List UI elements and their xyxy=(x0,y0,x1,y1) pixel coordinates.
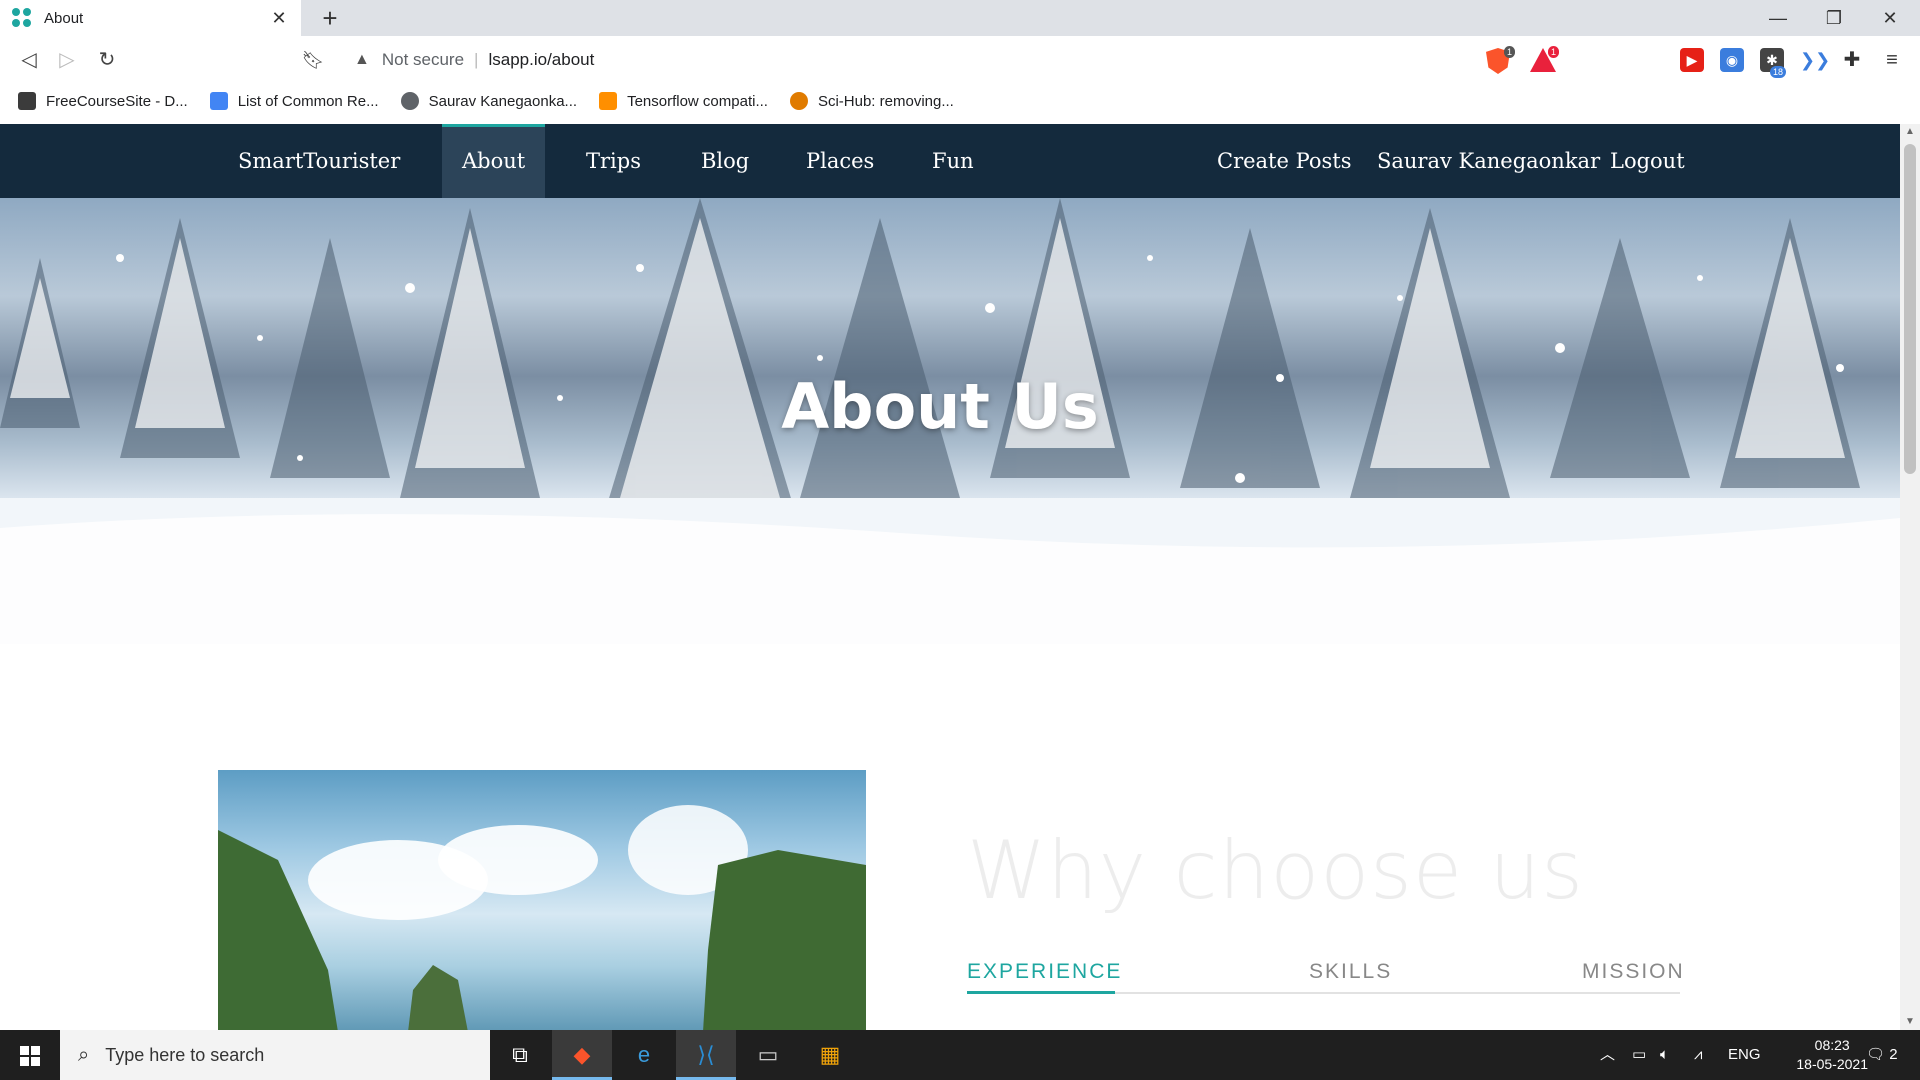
system-clock[interactable]: 08:23 18-05-2021 xyxy=(1796,1036,1868,1074)
address-separator: | xyxy=(474,50,479,69)
bookmarks-bar: FreeCourseSite - D... List of Common Re.… xyxy=(0,84,1920,118)
url-text: lsapp.io/about xyxy=(488,50,595,69)
search-icon: ⌕ xyxy=(78,1043,90,1066)
globe-icon xyxy=(400,92,419,110)
vscode-icon[interactable]: ⟩⟨ xyxy=(676,1030,736,1080)
active-tab-indicator xyxy=(967,991,1115,994)
site-navbar: SmartTourister About Trips Blog Places F… xyxy=(0,124,1900,198)
security-label: Not secure xyxy=(381,50,465,69)
scroll-up-icon[interactable]: ▲ xyxy=(1900,124,1920,140)
task-view-icon[interactable]: ⧉ xyxy=(490,1030,550,1080)
tab-mission[interactable]: MISSION xyxy=(1582,960,1685,984)
rewards-count-badge: 1 xyxy=(1548,46,1560,58)
page-scrollbar[interactable]: ▲ ▼ xyxy=(1900,124,1920,1030)
restore-window-icon[interactable]: ❐ xyxy=(1806,0,1862,36)
hero-title: About Us xyxy=(781,370,1099,443)
battery-icon[interactable]: ▭ xyxy=(1632,1030,1646,1080)
hero-banner: About Us xyxy=(0,198,1900,644)
bookmark-item[interactable]: Sci-Hub: removing... xyxy=(789,92,954,110)
bookmark-label: Tensorflow compati... xyxy=(627,92,768,110)
store-icon[interactable]: ▦ xyxy=(800,1030,860,1080)
network-icon[interactable]: ⩘ xyxy=(1694,1030,1702,1080)
bookmark-label: FreeCourseSite - D... xyxy=(46,92,188,110)
nav-brand[interactable]: SmartTourister xyxy=(218,124,420,198)
close-window-icon[interactable]: ✕ xyxy=(1862,0,1918,36)
tab-skills[interactable]: SKILLS xyxy=(1309,960,1392,984)
minimize-window-icon[interactable]: — xyxy=(1750,0,1806,36)
back-icon[interactable]: ◁ xyxy=(14,45,44,75)
volume-icon[interactable]: 🔈︎ xyxy=(1660,1030,1669,1080)
read-aloud-icon[interactable]: ❯❯ xyxy=(1800,48,1830,72)
language-indicator[interactable]: ENG xyxy=(1728,1030,1761,1080)
nav-link-trips[interactable]: Trips xyxy=(566,124,661,198)
coastal-cliffs-image xyxy=(218,770,866,1030)
bookmark-icon[interactable]: 🔖︎ xyxy=(298,45,328,75)
screenshot-extension-icon[interactable]: ◉ xyxy=(1720,48,1744,72)
nav-link-about[interactable]: About xyxy=(442,124,546,198)
bookmark-item[interactable]: List of Common Re... xyxy=(209,92,379,110)
close-tab-icon[interactable]: ✕ xyxy=(269,8,289,29)
terminal-icon[interactable]: ▭ xyxy=(738,1030,798,1080)
page-viewport: SmartTourister About Trips Blog Places F… xyxy=(0,124,1900,1030)
youtube-extension-icon[interactable]: ▶ xyxy=(1680,48,1704,72)
menu-icon[interactable]: ≡ xyxy=(1880,48,1904,72)
windows-start-icon[interactable] xyxy=(0,1030,60,1080)
tray-overflow-icon[interactable]: ︿ xyxy=(1600,1030,1615,1080)
reload-icon[interactable]: ↻ xyxy=(92,45,122,75)
bookmark-label: List of Common Re... xyxy=(237,92,379,110)
brave-browser-icon[interactable]: ◆ xyxy=(552,1030,612,1080)
shield-count-badge: 1 xyxy=(1504,46,1516,58)
clock-time: 08:23 xyxy=(1814,1037,1850,1053)
nav-link-user[interactable]: Saurav Kanegaonkar xyxy=(1357,124,1620,198)
docs-icon xyxy=(209,92,228,110)
address-bar[interactable]: ▲ Not secure | lsapp.io/about xyxy=(336,44,1566,76)
bookmark-item[interactable]: Tensorflow compati... xyxy=(599,92,768,110)
browser-toolbar: ◁ ▷ ↻ 🔖︎ ▲ Not secure | lsapp.io/about 1… xyxy=(0,36,1920,84)
extension-count-badge: 18 xyxy=(1770,66,1787,78)
notification-count: 2 xyxy=(1889,1046,1898,1063)
nav-link-fun[interactable]: Fun xyxy=(912,124,994,198)
windows-taskbar: ⌕ Type here to search ⧉ ◆ e ⟩⟨ ▭ ▦ ︿ ▭ 🔈… xyxy=(0,1030,1920,1080)
scroll-down-icon[interactable]: ▼ xyxy=(1900,1014,1920,1030)
browser-tab-strip: About ✕ + — ❐ ✕ xyxy=(0,0,1920,36)
bookmark-label: Sci-Hub: removing... xyxy=(817,92,954,110)
notification-center-icon[interactable]: 🗨︎ 2 xyxy=(1866,1030,1898,1080)
browser-tab-about[interactable]: About ✕ xyxy=(0,0,301,36)
bookmark-label: Saurav Kanegaonka... xyxy=(428,92,578,110)
taskbar-search-box[interactable]: ⌕ Type here to search xyxy=(60,1030,490,1080)
new-tab-button[interactable]: + xyxy=(316,4,344,32)
tensorflow-icon xyxy=(599,92,618,110)
scrollbar-thumb[interactable] xyxy=(1904,144,1916,474)
nav-link-create-posts[interactable]: Create Posts xyxy=(1197,124,1372,198)
nav-link-places[interactable]: Places xyxy=(786,124,894,198)
taskbar-search-placeholder: Type here to search xyxy=(105,1044,265,1065)
bookmark-item[interactable]: Saurav Kanegaonka... xyxy=(400,92,578,110)
nav-link-blog[interactable]: Blog xyxy=(681,124,769,198)
tab-experience[interactable]: EXPERIENCE xyxy=(967,960,1122,984)
edge-icon[interactable]: e xyxy=(614,1030,674,1080)
extensions-puzzle-icon[interactable]: ✚ xyxy=(1840,48,1864,72)
tab-title: About xyxy=(44,9,84,27)
section-title: Why choose us xyxy=(967,824,1584,917)
bookmark-item[interactable]: FreeCourseSite - D... xyxy=(18,92,188,110)
scihub-icon xyxy=(789,92,808,110)
clock-date: 18-05-2021 xyxy=(1796,1056,1868,1072)
section-tabs: EXPERIENCE SKILLS MISSION xyxy=(967,954,1683,994)
warning-icon: ▲ xyxy=(354,51,370,68)
site-favicon-icon xyxy=(12,8,32,28)
forward-icon[interactable]: ▷ xyxy=(52,45,82,75)
nav-link-logout[interactable]: Logout xyxy=(1590,124,1705,198)
freecoursesite-icon xyxy=(18,92,36,110)
